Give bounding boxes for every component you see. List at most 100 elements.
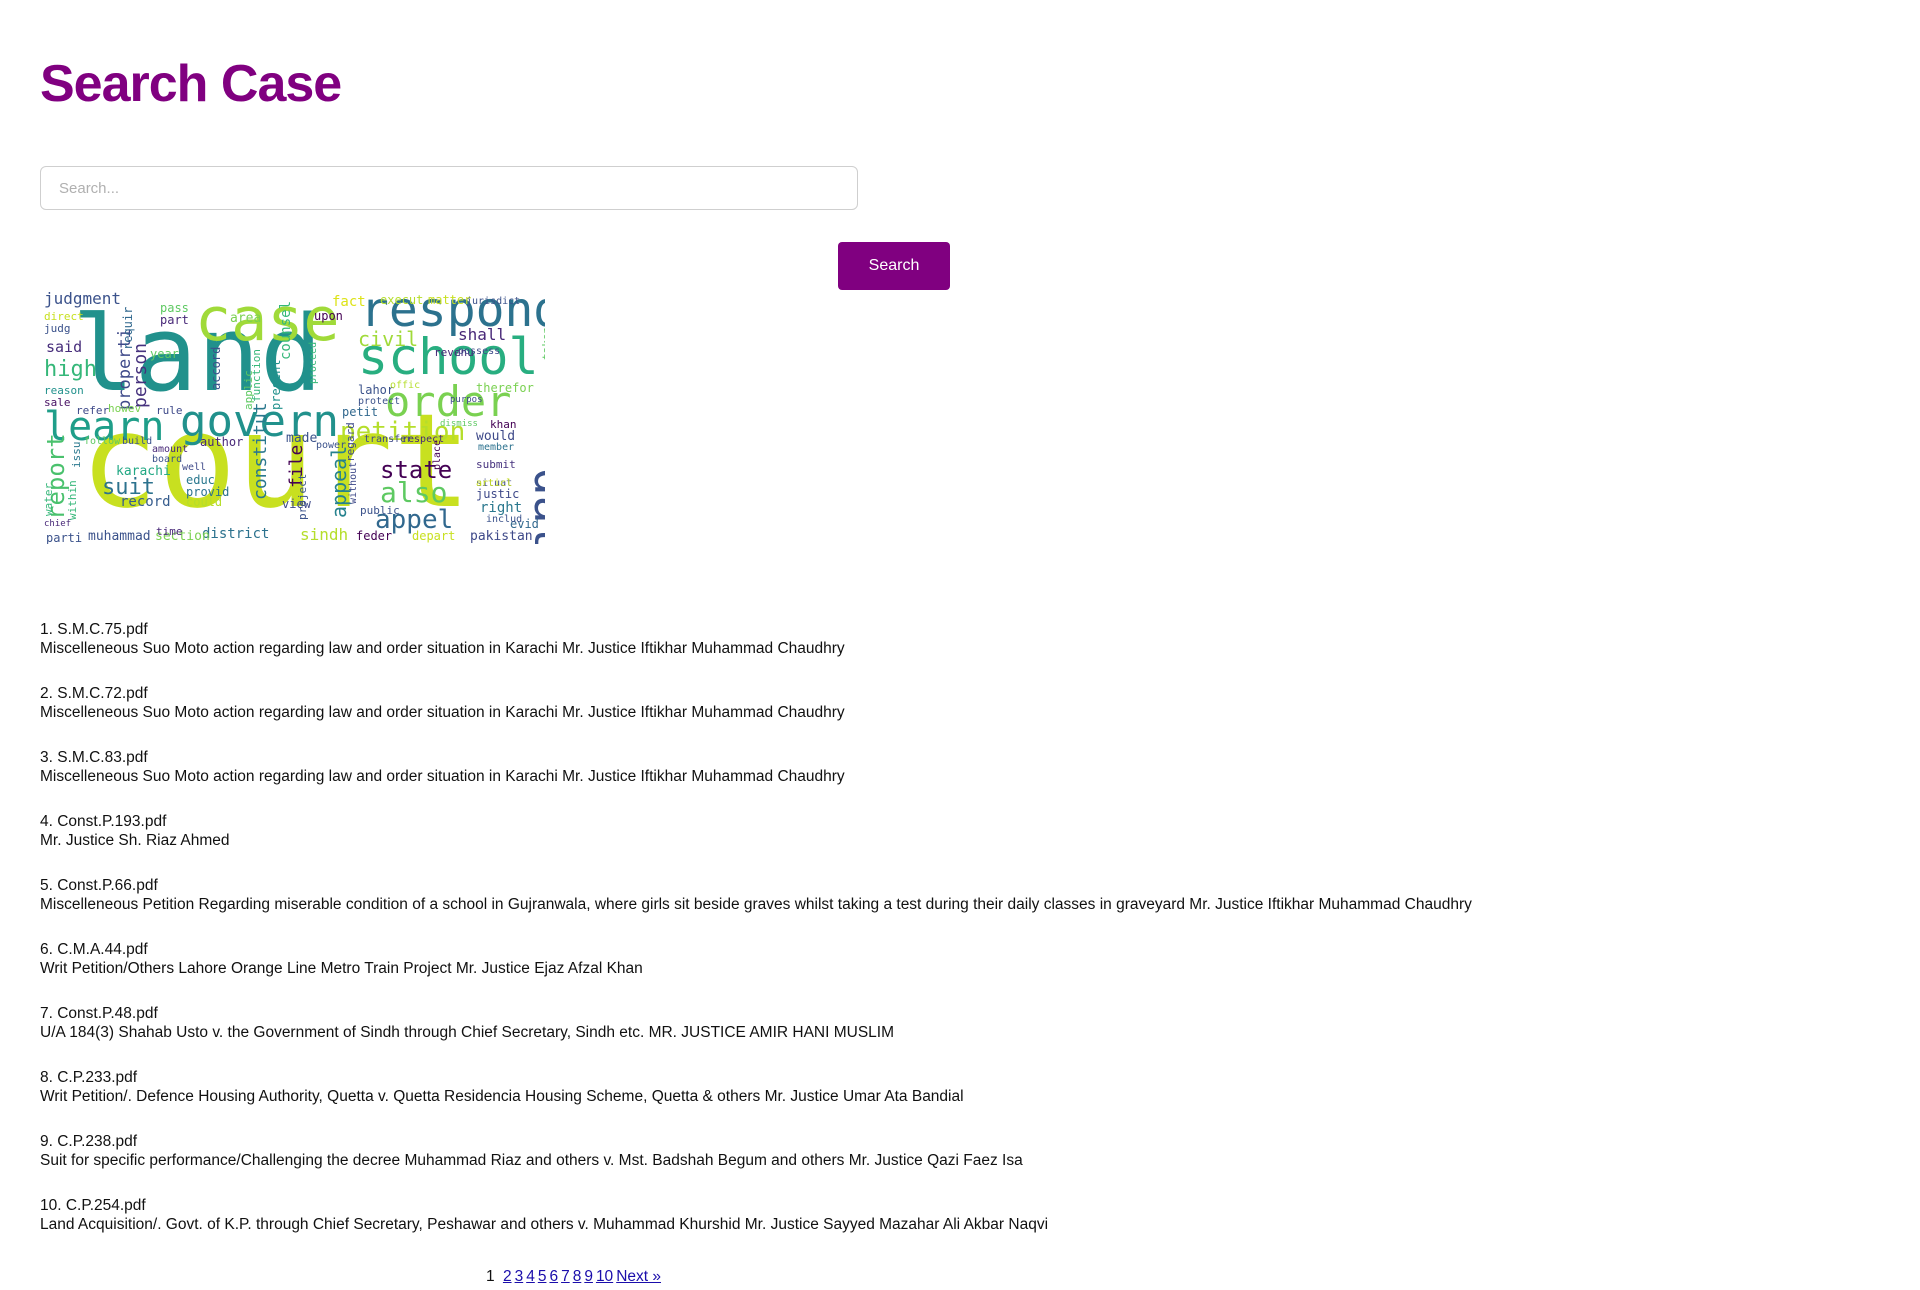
word-cloud-word: fact xyxy=(332,294,366,310)
word-cloud-word: taken xyxy=(540,327,545,360)
result-title[interactable]: 4. Const.P.193.pdf xyxy=(40,812,1472,831)
result-title[interactable]: 9. C.P.238.pdf xyxy=(40,1132,1472,1151)
result-description: Land Acquisition/. Govt. of K.P. through… xyxy=(40,1216,1049,1233)
result-title[interactable]: 6. C.M.A.44.pdf xyxy=(40,940,1472,959)
pagination-page-link[interactable]: 5 xyxy=(538,1268,547,1285)
word-cloud-word: chief xyxy=(44,519,71,529)
pagination-page-link[interactable]: 10 xyxy=(596,1268,613,1285)
pagination-page-link[interactable]: 4 xyxy=(526,1268,535,1285)
word-cloud-word: karachi xyxy=(116,464,171,479)
result-title[interactable]: 7. Const.P.48.pdf xyxy=(40,1004,1472,1023)
word-cloud-word: member xyxy=(478,442,514,453)
result-title[interactable]: 3. S.M.C.83.pdf xyxy=(40,748,1472,767)
word-cloud-word: sale xyxy=(44,396,71,409)
result-title[interactable]: 10. C.P.254.pdf xyxy=(40,1196,1472,1215)
word-cloud-word: parti xyxy=(46,531,82,544)
pagination-page-link[interactable]: 6 xyxy=(549,1268,558,1285)
word-cloud-word: present xyxy=(269,359,283,410)
word-cloud-word: protect xyxy=(358,396,400,407)
word-cloud-word: part xyxy=(160,313,189,327)
result-item: 2. S.M.C.72.pdf Miscelleneous Suo Moto ac… xyxy=(40,684,1472,722)
result-description: Mr. Justice Sh. Riaz Ahmed xyxy=(40,832,230,849)
word-cloud-word: includ xyxy=(486,514,522,525)
word-cloud-word: pass xyxy=(160,301,189,315)
word-cloud-word: place xyxy=(432,440,443,470)
word-cloud-word: year xyxy=(150,347,179,361)
word-cloud-word: follow xyxy=(84,436,121,447)
result-item: 4. Const.P.193.pdf Mr. Justice Sh. Riaz A… xyxy=(40,812,1472,850)
result-item: 1. S.M.C.75.pdf Miscelleneous Suo Moto ac… xyxy=(40,620,1472,658)
word-cloud-word: pakistan xyxy=(470,529,533,544)
word-cloud-word: depart xyxy=(412,529,455,543)
word-cloud-word: muhammad xyxy=(88,529,151,544)
pagination-next-link[interactable]: Next » xyxy=(616,1268,661,1285)
word-cloud-word: district xyxy=(202,526,269,542)
word-cloud-word: water xyxy=(42,483,55,516)
word-cloud-word: counsel xyxy=(278,301,294,360)
word-cloud-word: could xyxy=(186,495,222,509)
pagination-page-link[interactable]: 7 xyxy=(561,1268,570,1285)
search-button[interactable]: Search xyxy=(838,242,950,290)
pagination-page-link[interactable]: 8 xyxy=(573,1268,582,1285)
word-cloud-word: refer xyxy=(76,404,109,417)
result-description: Miscelleneous Suo Moto action regarding … xyxy=(40,768,845,785)
word-cloud-word: lahor xyxy=(358,383,394,397)
word-cloud-word: made xyxy=(286,431,317,446)
pagination-page-link[interactable]: 3 xyxy=(515,1268,524,1285)
search-input[interactable] xyxy=(40,166,858,210)
result-item: 3. S.M.C.83.pdf Miscelleneous Suo Moto ac… xyxy=(40,748,1472,786)
word-cloud-word: submit xyxy=(476,458,516,471)
word-cloud-word: articl xyxy=(476,478,512,489)
result-item: 10. C.P.254.pdf Land Acquisition/. Govt. … xyxy=(40,1196,1472,1234)
page: Search Case Search courtlandcaseresponds… xyxy=(0,0,1920,1290)
pagination-page-link[interactable]: 9 xyxy=(584,1268,593,1285)
word-cloud-word: purpos xyxy=(450,395,483,405)
word-cloud-word: public xyxy=(360,504,400,517)
pagination-page-link[interactable]: 2 xyxy=(503,1268,512,1285)
word-cloud-word: project xyxy=(296,474,309,520)
word-cloud-word: civil xyxy=(358,327,418,351)
result-title[interactable]: 8. C.P.233.pdf xyxy=(40,1068,1472,1087)
result-description: Miscelleneous Suo Moto action regarding … xyxy=(40,704,845,721)
word-cloud-word: howev xyxy=(108,402,141,415)
result-title[interactable]: 2. S.M.C.72.pdf xyxy=(40,684,1472,703)
result-description: Writ Petition/Others Lahore Orange Line … xyxy=(40,960,643,977)
word-cloud-word: high xyxy=(44,357,97,382)
word-cloud-word: therefor xyxy=(476,381,534,395)
word-cloud-word: without xyxy=(348,462,359,504)
word-cloud-word: well xyxy=(182,462,206,473)
result-title[interactable]: 1. S.M.C.75.pdf xyxy=(40,620,1472,639)
word-cloud-word: reason xyxy=(44,384,84,397)
word-cloud-word: judg xyxy=(44,322,71,335)
word-cloud-word: constitut xyxy=(250,402,271,500)
word-cloud-word: shall xyxy=(458,325,506,344)
word-cloud-word: feder xyxy=(356,529,392,543)
word-cloud-word: offic xyxy=(390,380,420,391)
result-title[interactable]: 5. Const.P.66.pdf xyxy=(40,876,1472,895)
word-cloud-word: within xyxy=(66,480,79,520)
word-cloud-word: jurisdict xyxy=(466,296,520,307)
result-description: Miscelleneous Petition Regarding miserab… xyxy=(40,896,1472,913)
word-cloud-word: accord xyxy=(209,347,223,390)
result-description: Suit for specific performance/Challengin… xyxy=(40,1152,1023,1169)
word-cloud-word: educ xyxy=(186,473,215,487)
word-cloud-word: matter xyxy=(428,293,471,307)
word-cloud-word: judgment xyxy=(44,290,121,308)
word-cloud-word: issu xyxy=(70,442,83,469)
result-description: U/A 184(3) Shahab Usto v. the Government… xyxy=(40,1024,894,1041)
search-results-list: 1. S.M.C.75.pdf Miscelleneous Suo Moto ac… xyxy=(40,620,1472,1260)
word-cloud-word: time xyxy=(156,525,183,538)
word-cloud-word: build xyxy=(122,436,152,447)
result-item: 9. C.P.238.pdf Suit for specific performa… xyxy=(40,1132,1472,1170)
word-cloud-word: requir xyxy=(121,307,135,350)
word-cloud-word: execut xyxy=(380,293,423,307)
word-cloud-word: dismiss xyxy=(440,419,478,429)
page-title: Search Case xyxy=(40,55,342,113)
result-item: 7. Const.P.48.pdf U/A 184(3) Shahab Usto … xyxy=(40,1004,1472,1042)
pagination-current-page: 1 xyxy=(486,1268,495,1285)
word-cloud-word: record xyxy=(120,494,171,510)
word-cloud-word: function xyxy=(250,349,263,402)
word-cloud-word: power xyxy=(316,440,346,451)
word-cloud-word: board xyxy=(152,454,182,465)
word-cloud-image: court land case respond school order govern lea… xyxy=(40,290,545,544)
